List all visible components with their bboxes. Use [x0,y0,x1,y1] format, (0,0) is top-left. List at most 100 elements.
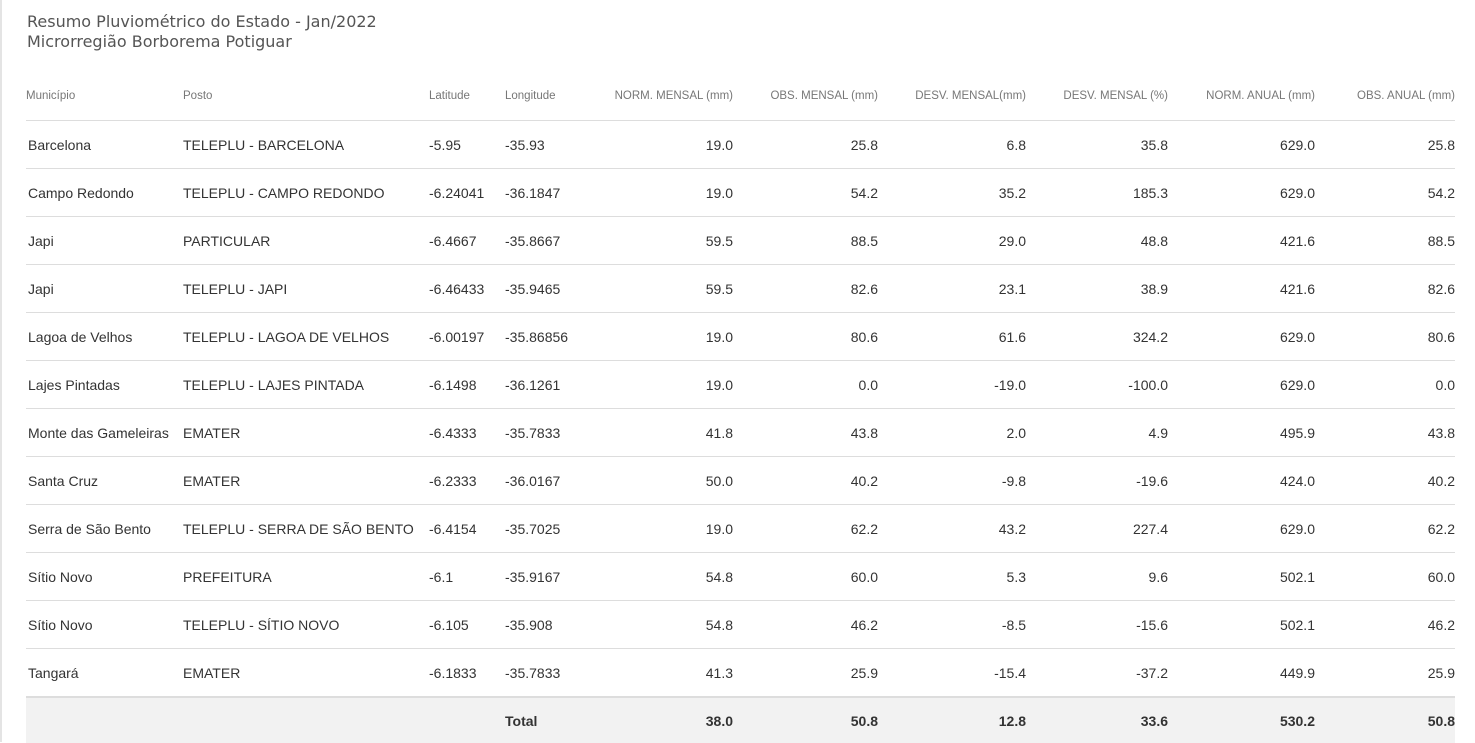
cell-norm-anual: 495.9 [1168,408,1315,457]
cell-desv-mensal-mm: 2.0 [878,408,1026,457]
cell-longitude: -36.1261 [505,360,582,409]
cell-latitude: -6.24041 [429,168,505,217]
cell-norm-anual: 629.0 [1168,504,1315,553]
table-row: Campo Redondo TELEPLU - CAMPO REDONDO -6.2… [26,168,1455,217]
cell-longitude: -35.7025 [505,504,582,553]
header-norm-anual[interactable]: NORM. ANUAL (mm) [1168,72,1315,121]
table-body: Barcelona TELEPLU - BARCELONA -5.95 -35.93 1… [26,120,1455,698]
cell-municipio: Japi [26,264,183,313]
table-row: Santa Cruz EMATER -6.2333 -36.0167 50.0 40.2-… [26,456,1455,505]
header-desv-mensal-pct[interactable]: DESV. MENSAL (%) [1026,72,1168,121]
cell-norm-anual: 421.6 [1168,216,1315,265]
header-norm-mensal[interactable]: NORM. MENSAL (mm) [582,72,733,121]
cell-longitude: -35.7833 [505,408,582,457]
total-obs-anual: 50.8 [1315,696,1455,743]
cell-obs-anual: 0.0 [1315,360,1455,409]
total-obs-mensal: 50.8 [733,696,878,743]
cell-posto: PARTICULAR [183,216,429,265]
report-title-line1: Resumo Pluviométrico do Estado - Jan/202… [27,12,377,31]
cell-desv-mensal-pct: 227.4 [1026,504,1168,553]
cell-posto: TELEPLU - BARCELONA [183,120,429,169]
cell-norm-mensal: 41.3 [582,648,733,698]
header-longitude[interactable]: Longitude [505,72,582,121]
cell-obs-mensal: 25.8 [733,120,878,169]
cell-desv-mensal-mm: -15.4 [878,648,1026,698]
cell-posto: TELEPLU - CAMPO REDONDO [183,168,429,217]
cell-desv-mensal-pct: 4.9 [1026,408,1168,457]
cell-desv-mensal-pct: 35.8 [1026,120,1168,169]
cell-posto: TELEPLU - LAJES PINTADA [183,360,429,409]
cell-posto: TELEPLU - JAPI [183,264,429,313]
cell-posto: PREFEITURA [183,552,429,601]
cell-obs-mensal: 40.2 [733,456,878,505]
cell-obs-anual: 60.0 [1315,552,1455,601]
cell-norm-mensal: 50.0 [582,456,733,505]
report-subtitle-microrregiao: Microrregião Borborema Potiguar [27,32,292,51]
cell-norm-anual: 629.0 [1168,120,1315,169]
cell-norm-mensal: 54.8 [582,600,733,649]
total-desv-mensal-mm: 12.8 [878,696,1026,743]
cell-obs-anual: 46.2 [1315,600,1455,649]
total-empty-cell [26,696,183,743]
cell-obs-anual: 25.9 [1315,648,1455,698]
table-total-row: Total 38.0 50.8 12.8 33.6 530.2 50.8 [26,696,1455,743]
table-header-row: Município Posto Latitude Longitude NORM.… [26,72,1455,121]
cell-norm-anual: 502.1 [1168,600,1315,649]
cell-desv-mensal-mm: 5.3 [878,552,1026,601]
cell-obs-mensal: 62.2 [733,504,878,553]
header-posto[interactable]: Posto [183,72,429,121]
cell-desv-mensal-pct: 9.6 [1026,552,1168,601]
cell-posto: TELEPLU - SERRA DE SÃO BENTO [183,504,429,553]
cell-desv-mensal-pct: 48.8 [1026,216,1168,265]
cell-obs-anual: 88.5 [1315,216,1455,265]
cell-longitude: -36.1847 [505,168,582,217]
cell-latitude: -5.95 [429,120,505,169]
table-row: Sítio Novo TELEPLU - SÍTIO NOVO -6.105 -35.… [26,600,1455,649]
table-row: Lagoa de Velhos TELEPLU - LAGOA DE VELHOS… [26,312,1455,361]
cell-obs-mensal: 60.0 [733,552,878,601]
cell-obs-mensal: 46.2 [733,600,878,649]
cell-desv-mensal-pct: -37.2 [1026,648,1168,698]
header-municipio[interactable]: Município [26,72,183,121]
table-row: Serra de São Bento TELEPLU - SERRA DE SÃO… [26,504,1455,553]
header-obs-anual[interactable]: OBS. ANUAL (mm) [1315,72,1455,121]
total-desv-mensal-pct: 33.6 [1026,696,1168,743]
cell-longitude: -35.86856 [505,312,582,361]
table-row: Japi PARTICULAR -6.4667 -35.8667 59.5 88.5 29.… [26,216,1455,265]
cell-municipio: Serra de São Bento [26,504,183,553]
cell-norm-anual: 421.6 [1168,264,1315,313]
page-left-border [0,0,2,742]
cell-longitude: -35.9167 [505,552,582,601]
cell-desv-mensal-mm: -8.5 [878,600,1026,649]
cell-obs-anual: 43.8 [1315,408,1455,457]
cell-desv-mensal-pct: -19.6 [1026,456,1168,505]
cell-norm-mensal: 19.0 [582,312,733,361]
cell-desv-mensal-mm: 35.2 [878,168,1026,217]
cell-latitude: -6.1833 [429,648,505,698]
cell-norm-anual: 629.0 [1168,312,1315,361]
header-obs-mensal[interactable]: OBS. MENSAL (mm) [733,72,878,121]
header-latitude[interactable]: Latitude [429,72,505,121]
cell-longitude: -35.93 [505,120,582,169]
cell-norm-mensal: 19.0 [582,360,733,409]
cell-municipio: Tangará [26,648,183,698]
cell-latitude: -6.4333 [429,408,505,457]
cell-posto: EMATER [183,456,429,505]
cell-longitude: -35.8667 [505,216,582,265]
cell-obs-mensal: 54.2 [733,168,878,217]
header-desv-mensal-mm[interactable]: DESV. MENSAL(mm) [878,72,1026,121]
cell-posto: EMATER [183,408,429,457]
total-label: Total [505,696,582,743]
total-norm-anual: 530.2 [1168,696,1315,743]
cell-norm-mensal: 59.5 [582,264,733,313]
total-empty-cell [429,696,505,743]
cell-desv-mensal-pct: 324.2 [1026,312,1168,361]
cell-norm-mensal: 19.0 [582,120,733,169]
cell-norm-mensal: 19.0 [582,504,733,553]
cell-latitude: -6.46433 [429,264,505,313]
cell-norm-mensal: 54.8 [582,552,733,601]
cell-obs-anual: 54.2 [1315,168,1455,217]
cell-latitude: -6.00197 [429,312,505,361]
cell-posto: TELEPLU - SÍTIO NOVO [183,600,429,649]
cell-municipio: Lagoa de Velhos [26,312,183,361]
